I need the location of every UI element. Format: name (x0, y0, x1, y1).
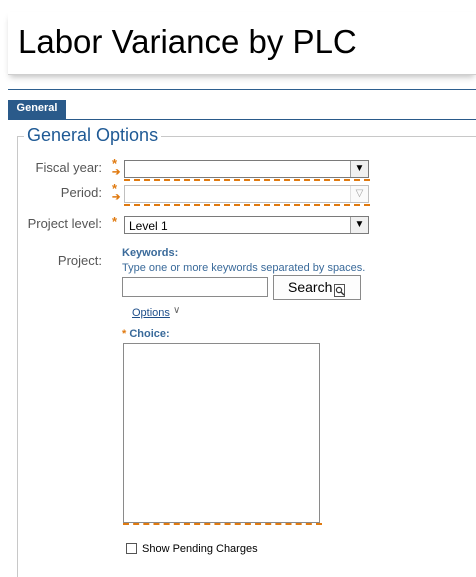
chevron-down-small-icon[interactable]: ∨ (173, 305, 180, 316)
search-button[interactable]: Search (273, 275, 361, 300)
magnifier-document-icon (334, 281, 346, 304)
page-header: Labor Variance by PLC (8, 12, 476, 75)
show-pending-label: Show Pending Charges (142, 543, 258, 555)
chevron-down-icon[interactable]: ▼ (350, 161, 368, 177)
section-legend: General Options (24, 125, 162, 146)
chevron-down-icon[interactable]: ▼ (350, 217, 368, 233)
keywords-input[interactable] (122, 277, 268, 297)
required-icon: * ➔ (112, 156, 121, 178)
project-level-label: Project level: (27, 216, 102, 231)
tab-divider (8, 119, 476, 120)
required-icon: * ➔ (112, 181, 121, 203)
fiscal-year-label: Fiscal year: (35, 160, 102, 175)
header-divider (8, 89, 476, 90)
project-level-select[interactable]: Level 1 ▼ (124, 216, 369, 234)
period-label: Period: (60, 185, 102, 200)
show-pending-checkbox[interactable] (126, 543, 137, 554)
required-underline (124, 179, 370, 181)
tab-general[interactable]: General (8, 100, 66, 120)
required-underline (124, 204, 370, 206)
choice-label-text: Choice: (129, 328, 170, 340)
search-button-label: Search (288, 279, 333, 295)
keywords-hint: Type one or more keywords separated by s… (122, 262, 366, 274)
project-label: Project: (57, 253, 102, 268)
choice-label: * Choice: (122, 328, 170, 340)
choice-listbox[interactable] (123, 343, 320, 523)
page-title: Labor Variance by PLC (18, 23, 357, 60)
required-icon: * (112, 214, 118, 229)
options-link[interactable]: Options (132, 307, 170, 319)
project-level-value: Level 1 (129, 219, 168, 233)
period-select[interactable]: ▽ (124, 185, 369, 203)
required-underline (123, 523, 322, 525)
chevron-down-icon[interactable]: ▽ (350, 186, 368, 202)
fiscal-year-select[interactable]: ▼ (124, 160, 369, 178)
keywords-label: Keywords: (122, 247, 179, 259)
